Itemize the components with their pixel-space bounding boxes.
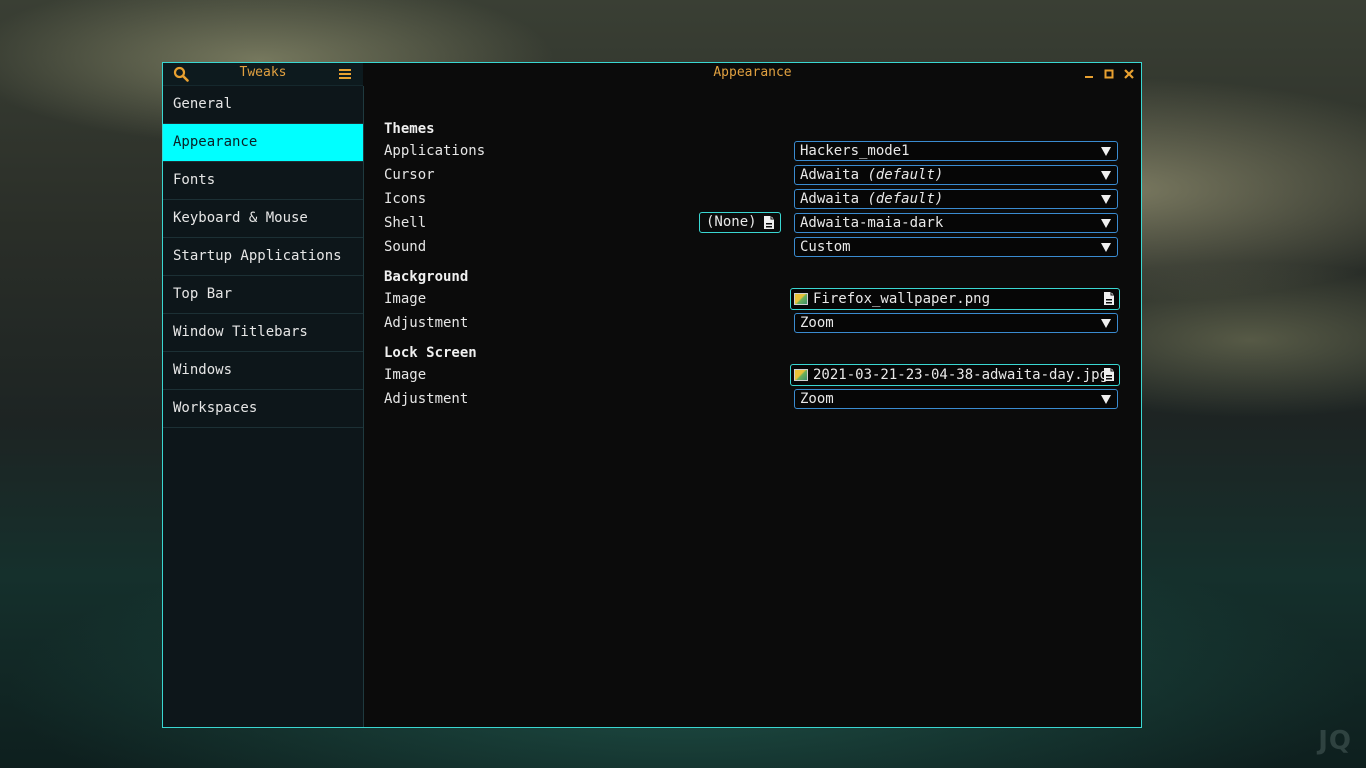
row-lock-screen-adjustment: Adjustment Zoom <box>384 387 1118 411</box>
page-title: Appearance <box>713 65 792 80</box>
sidebar-item-top-bar[interactable]: Top Bar <box>163 276 363 314</box>
appearance-content: Themes Applications Hackers_mode1 Cursor… <box>384 119 1120 411</box>
sidebar-item-label: Workspaces <box>173 400 258 416</box>
sidebar-item-fonts[interactable]: Fonts <box>163 162 363 200</box>
sidebar-item-appearance[interactable]: Appearance <box>163 124 363 162</box>
sidebar-header: Tweaks <box>163 63 363 86</box>
shell-value: Adwaita-maia-dark <box>800 215 944 231</box>
background-image-filename: Firefox_wallpaper.png <box>813 291 991 307</box>
row-lock-screen-image: Image 2021-03-21-23-04-38-adwaita-day.jp… <box>384 363 1120 387</box>
menu-icon[interactable] <box>335 64 355 84</box>
lock-screen-adjustment-combo[interactable]: Zoom <box>794 389 1118 409</box>
sound-label: Sound <box>384 239 427 255</box>
dropdown-arrow-icon <box>1101 219 1111 228</box>
document-open-icon <box>1102 291 1116 309</box>
dropdown-arrow-icon <box>1101 171 1111 180</box>
row-icons: Icons Adwaita (default) <box>384 187 1118 211</box>
dropdown-arrow-icon <box>1101 395 1111 404</box>
sidebar-item-label: Windows <box>173 362 233 378</box>
shell-file-button[interactable]: (None) <box>699 212 781 233</box>
dropdown-arrow-icon <box>1101 243 1111 252</box>
dropdown-arrow-icon <box>1101 319 1111 328</box>
sound-value: Custom <box>800 239 851 255</box>
sidebar-item-keyboard-mouse[interactable]: Keyboard & Mouse <box>163 200 363 238</box>
sidebar-item-startup-applications[interactable]: Startup Applications <box>163 238 363 276</box>
shell-file-button-label: (None) <box>706 214 757 230</box>
row-background-adjustment: Adjustment Zoom <box>384 311 1118 335</box>
background-adjustment-value: Zoom <box>800 315 834 331</box>
sidebar-item-label: Fonts <box>173 172 216 188</box>
applications-label: Applications <box>384 143 486 159</box>
sidebar-item-workspaces[interactable]: Workspaces <box>163 390 363 428</box>
background-image-label: Image <box>384 291 427 307</box>
row-shell: Shell (None) Adwaita-maia-dark <box>384 211 1118 235</box>
dropdown-arrow-icon <box>1101 147 1111 156</box>
applications-value: Hackers_mode1 <box>800 143 910 159</box>
icons-label: Icons <box>384 191 427 207</box>
background-adjustment-label: Adjustment <box>384 315 469 331</box>
section-title-background: Background <box>384 269 469 285</box>
sidebar-item-window-titlebars[interactable]: Window Titlebars <box>163 314 363 352</box>
lock-screen-adjustment-value: Zoom <box>800 391 834 407</box>
maximize-icon[interactable] <box>1099 64 1119 84</box>
background-adjustment-combo[interactable]: Zoom <box>794 313 1118 333</box>
tweaks-window: Tweaks General Appearance Fonts Keyboard… <box>162 62 1142 728</box>
row-background-image: Image Firefox_wallpaper.png <box>384 287 1120 311</box>
cursor-value: Adwaita <box>800 167 860 183</box>
lock-screen-image-filename: 2021-03-21-23-04-38-adwaita-day.jpg <box>813 367 1109 383</box>
sound-combo[interactable]: Custom <box>794 237 1118 257</box>
sidebar-item-label: General <box>173 96 233 112</box>
image-file-icon <box>794 293 808 305</box>
sidebar-item-label: Window Titlebars <box>173 324 308 340</box>
sidebar-item-label: Keyboard & Mouse <box>173 210 308 226</box>
background-image-file-button[interactable]: Firefox_wallpaper.png <box>790 288 1120 310</box>
sidebar-item-general[interactable]: General <box>163 86 363 124</box>
sidebar: General Appearance Fonts Keyboard & Mous… <box>163 86 364 727</box>
sidebar-item-label: Top Bar <box>173 286 233 302</box>
sidebar-item-label: Appearance <box>173 134 258 150</box>
row-cursor: Cursor Adwaita (default) <box>384 163 1118 187</box>
shell-combo[interactable]: Adwaita-maia-dark <box>794 213 1118 233</box>
image-file-icon <box>794 369 808 381</box>
sidebar-item-label: Startup Applications <box>173 248 342 264</box>
cursor-default-tag: (default) <box>867 167 944 183</box>
sidebar-title: Tweaks <box>239 65 287 80</box>
icons-default-tag: (default) <box>867 191 944 207</box>
document-open-icon <box>1102 367 1116 385</box>
document-open-icon <box>762 215 776 236</box>
applications-combo[interactable]: Hackers_mode1 <box>794 141 1118 161</box>
icons-value: Adwaita <box>800 191 860 207</box>
sidebar-item-windows[interactable]: Windows <box>163 352 363 390</box>
shell-label: Shell <box>384 215 427 231</box>
row-sound: Sound Custom <box>384 235 1118 259</box>
lock-screen-image-file-button[interactable]: 2021-03-21-23-04-38-adwaita-day.jpg <box>790 364 1120 386</box>
lock-screen-adjustment-label: Adjustment <box>384 391 469 407</box>
close-icon[interactable] <box>1119 64 1139 84</box>
wallpaper-watermark: JQ <box>1318 726 1352 756</box>
row-applications: Applications Hackers_mode1 <box>384 139 1118 163</box>
dropdown-arrow-icon <box>1101 195 1111 204</box>
section-title-lock-screen: Lock Screen <box>384 345 477 361</box>
cursor-combo[interactable]: Adwaita (default) <box>794 165 1118 185</box>
lock-screen-image-label: Image <box>384 367 427 383</box>
cursor-label: Cursor <box>384 167 435 183</box>
main-header: Appearance <box>364 63 1141 85</box>
minimize-icon[interactable] <box>1079 64 1099 84</box>
section-title-themes: Themes <box>384 121 435 137</box>
icons-combo[interactable]: Adwaita (default) <box>794 189 1118 209</box>
